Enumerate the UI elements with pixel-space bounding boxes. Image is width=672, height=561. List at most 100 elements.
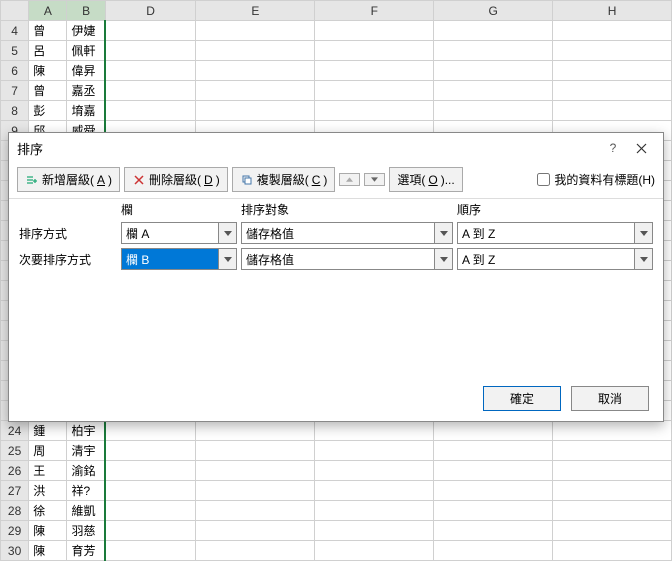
cell[interactable]	[196, 101, 315, 121]
cell[interactable]: 伊婕	[67, 21, 105, 41]
row-header[interactable]: 28	[1, 501, 29, 521]
cell[interactable]	[315, 521, 434, 541]
cell[interactable]: 王	[29, 461, 67, 481]
cell[interactable]	[105, 501, 196, 521]
column-header-E[interactable]: E	[196, 1, 315, 21]
column-combo[interactable]: 欄 B	[121, 248, 237, 270]
cell[interactable]	[105, 61, 196, 81]
cell[interactable]	[553, 421, 672, 441]
row-header[interactable]: 4	[1, 21, 29, 41]
cell[interactable]	[196, 81, 315, 101]
cell[interactable]	[105, 481, 196, 501]
has-header-checkbox[interactable]: 我的資料有標題(H)	[537, 171, 655, 188]
sorton-combo[interactable]: 儲存格值	[241, 248, 453, 270]
cell[interactable]	[105, 521, 196, 541]
cell[interactable]: 洪	[29, 481, 67, 501]
move-up-button[interactable]	[339, 173, 360, 186]
help-button[interactable]: ?	[599, 136, 627, 160]
move-down-button[interactable]	[364, 173, 385, 186]
sorton-combo[interactable]: 儲存格值	[241, 222, 453, 244]
cell[interactable]	[553, 521, 672, 541]
cell[interactable]: 周	[29, 441, 67, 461]
cell[interactable]	[315, 461, 434, 481]
cell[interactable]: 彭	[29, 101, 67, 121]
cell[interactable]	[434, 61, 553, 81]
column-header-D[interactable]: D	[105, 1, 196, 21]
row-header[interactable]: 7	[1, 81, 29, 101]
cell[interactable]: 曾	[29, 21, 67, 41]
column-header-G[interactable]: G	[434, 1, 553, 21]
cell[interactable]	[315, 41, 434, 61]
cell[interactable]	[196, 41, 315, 61]
row-header[interactable]: 24	[1, 421, 29, 441]
options-button[interactable]: 選項(O)...	[389, 167, 462, 192]
cell[interactable]	[434, 501, 553, 521]
cell[interactable]	[434, 81, 553, 101]
cell[interactable]	[434, 521, 553, 541]
add-level-button[interactable]: 新增層級(A)	[17, 167, 120, 192]
cell[interactable]	[315, 81, 434, 101]
order-combo[interactable]: A 到 Z	[457, 248, 653, 270]
cell[interactable]	[315, 421, 434, 441]
cell[interactable]: 偉昇	[67, 61, 105, 81]
cell[interactable]	[434, 101, 553, 121]
close-button[interactable]	[627, 136, 655, 160]
row-header[interactable]: 25	[1, 441, 29, 461]
column-header-B[interactable]: B	[67, 1, 105, 21]
cell[interactable]	[434, 481, 553, 501]
cell[interactable]	[553, 81, 672, 101]
row-header[interactable]: 26	[1, 461, 29, 481]
cell[interactable]	[434, 461, 553, 481]
cell[interactable]	[315, 481, 434, 501]
cell[interactable]	[553, 501, 672, 521]
cell[interactable]	[105, 21, 196, 41]
cell[interactable]	[315, 501, 434, 521]
cell[interactable]	[553, 101, 672, 121]
row-header[interactable]: 8	[1, 101, 29, 121]
cell[interactable]: 清宇	[67, 441, 105, 461]
cell[interactable]	[196, 521, 315, 541]
cancel-button[interactable]: 取消	[571, 386, 649, 411]
cell[interactable]	[105, 461, 196, 481]
cell[interactable]	[196, 501, 315, 521]
cell[interactable]: 羽慈	[67, 521, 105, 541]
cell[interactable]	[553, 441, 672, 461]
cell[interactable]	[196, 461, 315, 481]
cell[interactable]: 渝銘	[67, 461, 105, 481]
ok-button[interactable]: 確定	[483, 386, 561, 411]
cell[interactable]	[105, 81, 196, 101]
cell[interactable]	[434, 421, 553, 441]
row-header[interactable]: 27	[1, 481, 29, 501]
row-header[interactable]: 5	[1, 41, 29, 61]
cell[interactable]	[434, 21, 553, 41]
cell[interactable]: 呂	[29, 41, 67, 61]
delete-level-button[interactable]: 刪除層級(D)	[124, 167, 228, 192]
cell[interactable]	[553, 21, 672, 41]
cell[interactable]	[196, 61, 315, 81]
column-combo[interactable]: 欄 A	[121, 222, 237, 244]
cell[interactable]: 祥?	[67, 481, 105, 501]
order-combo[interactable]: A 到 Z	[457, 222, 653, 244]
cell[interactable]	[105, 441, 196, 461]
cell[interactable]	[196, 21, 315, 41]
cell[interactable]	[315, 61, 434, 81]
cell[interactable]	[315, 21, 434, 41]
row-header[interactable]: 29	[1, 521, 29, 541]
cell[interactable]	[553, 481, 672, 501]
cell[interactable]	[315, 101, 434, 121]
cell[interactable]	[196, 441, 315, 461]
cell[interactable]: 曾	[29, 81, 67, 101]
column-header-H[interactable]: H	[553, 1, 672, 21]
cell[interactable]: 維凱	[67, 501, 105, 521]
cell[interactable]: 佩軒	[67, 41, 105, 61]
cell[interactable]: 陳	[29, 521, 67, 541]
cell[interactable]	[553, 461, 672, 481]
cell[interactable]	[105, 101, 196, 121]
cell[interactable]: 陳	[29, 61, 67, 81]
cell[interactable]: 嘉丞	[67, 81, 105, 101]
cell[interactable]: 柏宇	[67, 421, 105, 441]
cell[interactable]: 堉嘉	[67, 101, 105, 121]
cell[interactable]	[434, 441, 553, 461]
cell[interactable]	[105, 41, 196, 61]
cell[interactable]	[434, 41, 553, 61]
